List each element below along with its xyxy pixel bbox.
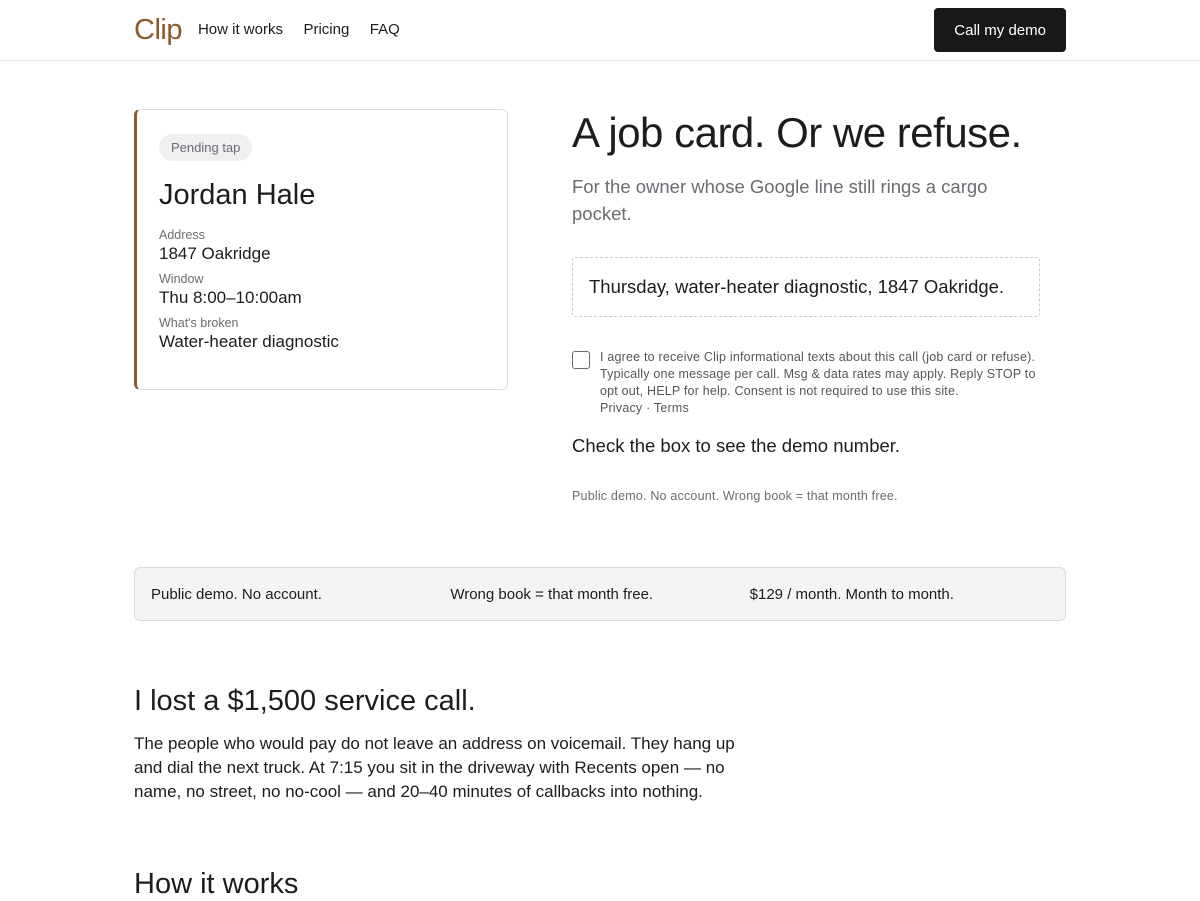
lost-call-body: The people who would pay do not leave an… [134,734,735,801]
headline: A job card. Or we refuse. [572,109,1022,156]
consent-text: I agree to receive Clip informational te… [600,349,1040,417]
lost-call-title: I lost a $1,500 service call. [134,685,476,717]
address-value: 1847 Oakridge [159,244,271,263]
hero: Pending tap Jordan Hale Address 1847 Oak… [134,61,1066,503]
consent-checkbox[interactable] [572,351,590,369]
strip-item-public-demo: Public demo. No account. [151,585,322,603]
sample-call-quote: Thursday, water-heater diagnostic, 1847 … [572,257,1040,317]
issue-value: Water-heater diagnostic [159,332,339,351]
top-bar: Clip How it works Pricing FAQ Call my de… [0,0,1200,61]
fine-print: Public demo. No account. Wrong book = th… [572,489,898,503]
privacy-link[interactable]: Privacy [600,401,642,415]
terms-link[interactable]: Terms [654,401,689,415]
logo[interactable]: Clip [134,14,182,47]
consent-copy: I agree to receive Clip informational te… [600,350,1036,398]
call-my-demo-button[interactable]: Call my demo [934,8,1066,52]
job-card: Pending tap Jordan Hale Address 1847 Oak… [134,109,508,390]
how-it-works-title: How it works [134,868,299,900]
subheadline: For the owner whose Google line still ri… [572,176,988,224]
nav-how-it-works[interactable]: How it works [198,21,283,38]
issue-label: What's broken [159,316,239,330]
demo-number-prompt: Check the box to see the demo number. [572,435,901,456]
legal-links: Privacy · Terms [600,401,689,415]
status-badge: Pending tap [159,134,253,161]
features-strip: Public demo. No account. Wrong book = th… [134,567,1066,621]
customer-name: Jordan Hale [159,179,316,211]
main-nav: How it works Pricing FAQ [198,21,416,39]
nav-faq[interactable]: FAQ [370,21,400,38]
strip-item-guarantee: Wrong book = that month free. [450,585,654,603]
strip-item-price: $129 / month. Month to month. [749,585,954,603]
address-label: Address [159,228,205,242]
hero-copy: A job card. Or we refuse. For the owner … [572,109,1040,503]
window-label: Window [159,272,204,286]
window-value: Thu 8:00–10:00am [159,288,302,307]
consent-row: I agree to receive Clip informational te… [572,349,1040,417]
nav-pricing[interactable]: Pricing [303,21,349,38]
